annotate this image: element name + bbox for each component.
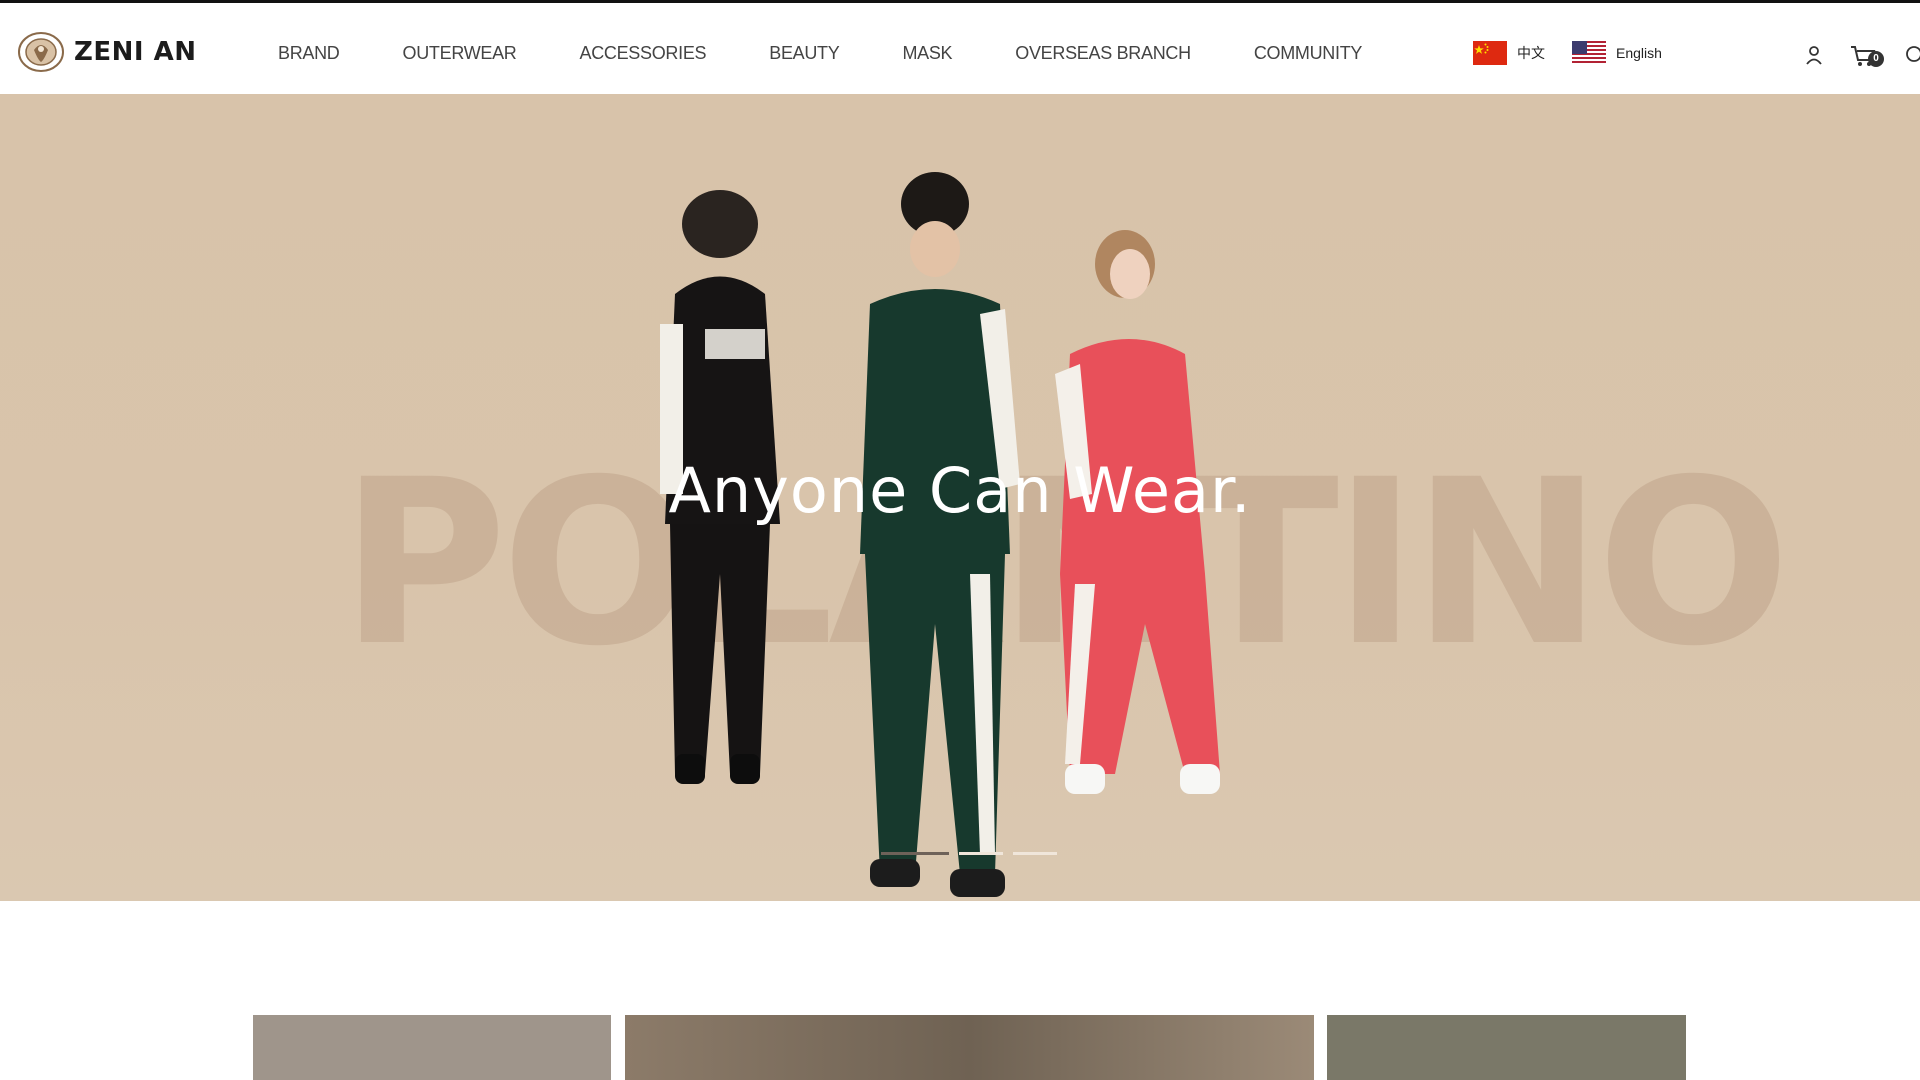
lang-english[interactable]: English [1572,41,1662,65]
featured-card-2[interactable] [625,1015,1314,1080]
cart-count-badge: 0 [1868,51,1884,67]
slider-dot-1[interactable] [881,852,949,855]
featured-card-1[interactable] [253,1015,611,1080]
main-nav: BRAND OUTERWEAR ACCESSORIES BEAUTY MASK … [278,43,1425,64]
slider-pagination [881,852,1057,855]
lang-english-label: English [1616,45,1662,61]
logo-link[interactable]: ZENI AN [16,30,196,74]
lang-chinese[interactable]: 中文 [1473,41,1545,65]
nav-brand[interactable]: BRAND [278,43,340,64]
featured-card-3[interactable] [1327,1015,1686,1080]
nav-community[interactable]: COMMUNITY [1254,43,1363,64]
lang-chinese-label: 中文 [1517,45,1545,61]
crest-emblem-icon [18,32,64,72]
nav-beauty[interactable]: BEAUTY [769,43,840,64]
featured-cards [0,1015,1920,1080]
nav-accessories[interactable]: ACCESSORIES [580,43,707,64]
brand-name: ZENI AN [74,37,197,67]
us-flag-icon [1572,41,1606,65]
hero-slider[interactable]: POLANTINO [0,94,1920,901]
model-green-tracksuit [860,172,1020,897]
hero-title: Anyone Can Wear. [668,454,1252,527]
nav-outerwear[interactable]: OUTERWEAR [403,43,517,64]
user-icon[interactable] [1805,45,1823,65]
slider-dot-2[interactable] [959,852,1003,855]
search-icon[interactable] [1904,45,1920,65]
nav-mask[interactable]: MASK [902,43,952,64]
nav-overseas-branch[interactable]: OVERSEAS BRANCH [1015,43,1191,64]
site-header: ZENI AN BRAND OUTERWEAR ACCESSORIES BEAU… [0,3,1920,94]
hero-models-image [660,172,1220,897]
china-flag-icon [1473,41,1507,65]
cart-button[interactable]: 0 [1850,43,1886,69]
slider-dot-3[interactable] [1013,852,1057,855]
